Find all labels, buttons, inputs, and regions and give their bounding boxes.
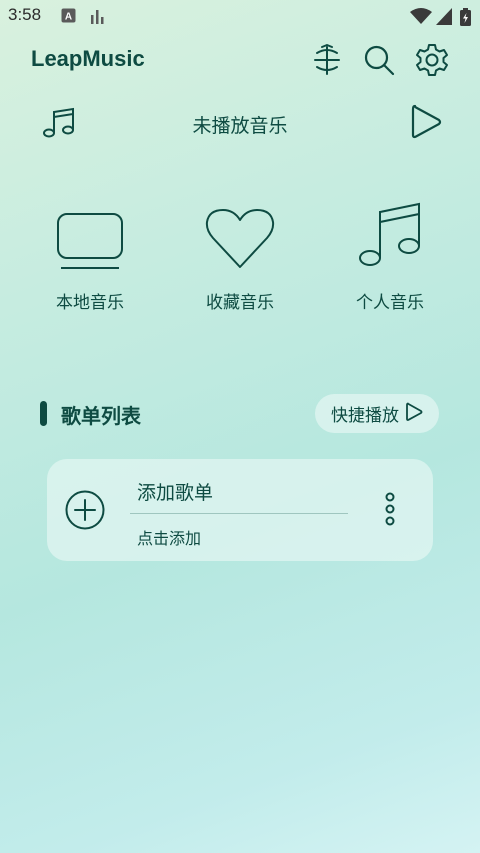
cell-signal-icon xyxy=(436,8,452,29)
add-circle-icon[interactable] xyxy=(65,490,105,530)
play-icon[interactable] xyxy=(407,103,445,141)
music-note-icon xyxy=(40,103,78,141)
now-playing-title[interactable]: 未播放音乐 xyxy=(140,111,340,138)
playlist-card-subtitle: 点击添加 xyxy=(137,529,202,548)
wifi-icon xyxy=(410,8,432,29)
category-label: 收藏音乐 xyxy=(206,293,274,313)
playlist-card[interactable]: 添加歌单 点击添加 xyxy=(47,459,433,561)
quick-play-label: 快捷播放 xyxy=(331,406,399,426)
more-options-icon[interactable] xyxy=(377,492,403,528)
category-favorite-music[interactable]: 收藏音乐 xyxy=(170,200,310,313)
card-divider xyxy=(130,513,348,514)
play-icon xyxy=(405,402,423,426)
svg-text:A: A xyxy=(65,12,72,23)
playlist-card-title: 添加歌单 xyxy=(137,482,214,504)
app-title: LeapMusic xyxy=(31,46,145,71)
quick-play-button[interactable]: 快捷播放 xyxy=(315,394,439,433)
battery-icon xyxy=(460,8,471,30)
category-label: 个人音乐 xyxy=(356,293,424,313)
status-bar: 3:58 A xyxy=(0,0,480,34)
section-accent-bar xyxy=(40,401,47,426)
section-title: 歌单列表 xyxy=(61,404,141,428)
accessibility-icon: A xyxy=(61,8,76,27)
settings-icon[interactable] xyxy=(414,42,450,78)
scroll-icon[interactable] xyxy=(309,42,345,78)
search-icon[interactable] xyxy=(361,42,397,78)
category-local-music[interactable]: 本地音乐 xyxy=(20,200,160,313)
status-time: 3:58 xyxy=(8,5,42,24)
signal-bars-icon xyxy=(91,8,105,28)
category-label: 本地音乐 xyxy=(56,293,124,313)
category-personal-music[interactable]: 个人音乐 xyxy=(320,200,460,313)
